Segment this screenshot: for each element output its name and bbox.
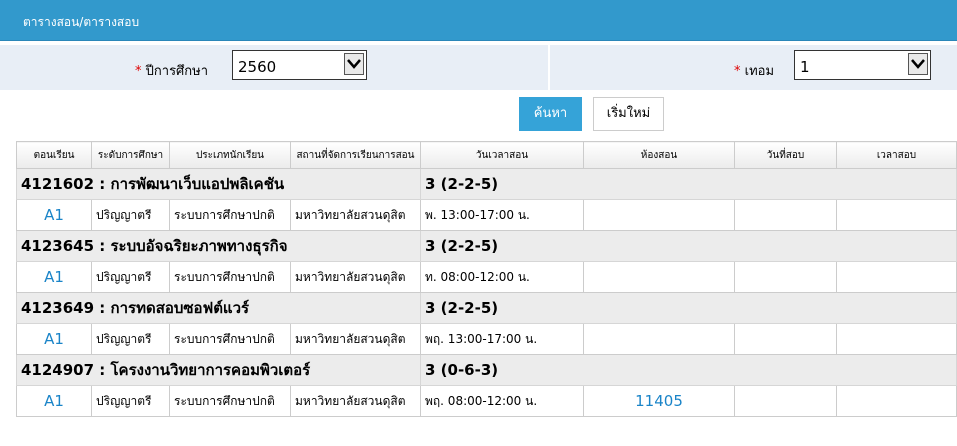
exam-date-cell (734, 323, 837, 355)
column-header[interactable]: วันเวลาสอน (420, 141, 584, 169)
year-label: * ปีการศึกษา (135, 60, 208, 81)
column-header[interactable]: วันที่สอบ (734, 141, 837, 169)
chevron-down-icon[interactable] (908, 53, 928, 75)
page-title: ตารางสอน/ตารางสอบ (23, 15, 140, 29)
table-header-row: ตอนเรียน ระดับการศึกษา ประเภทนักเรียน สถ… (16, 141, 957, 169)
required-mark: * (734, 64, 741, 79)
schedule-table: ตอนเรียน ระดับการศึกษา ประเภทนักเรียน สถ… (16, 141, 957, 417)
campus-cell: มหาวิทยาลัยสวนดุสิต (290, 385, 421, 417)
course-row: 4123649 : การทดสอบซอฟต์แวร์ 3 (2-2-5) (16, 292, 957, 324)
course-credits: 3 (0-6-3) (420, 354, 957, 386)
level-cell: ปริญญาตรี (91, 199, 170, 231)
required-mark: * (135, 64, 142, 79)
course-credits: 3 (2-2-5) (420, 292, 957, 324)
type-cell: ระบบการศึกษาปกติ (169, 385, 291, 417)
exam-time-cell (836, 261, 957, 293)
column-header[interactable]: เวลาสอบ (836, 141, 957, 169)
room-cell (583, 199, 735, 231)
time-cell: พฤ. 13:00-17:00 น. (420, 323, 584, 355)
section-row: A1 ปริญญาตรี ระบบการศึกษาปกติ มหาวิทยาลั… (16, 199, 957, 231)
time-cell: พฤ. 08:00-12:00 น. (420, 385, 584, 417)
year-filter-panel: * ปีการศึกษา 2560 (0, 45, 548, 90)
room-cell (583, 323, 735, 355)
course-title: 4123645 : ระบบอัจฉริยะภาพทางธุรกิจ (16, 230, 421, 262)
term-label-text: เทอม (744, 64, 775, 79)
year-select-value: 2560 (238, 58, 277, 76)
course-row: 4124907 : โครงงานวิทยาการคอมพิวเตอร์ 3 (… (16, 354, 957, 386)
time-cell: ท. 08:00-12:00 น. (420, 261, 584, 293)
exam-time-cell (836, 385, 957, 417)
section-row: A1 ปริญญาตรี ระบบการศึกษาปกติ มหาวิทยาลั… (16, 323, 957, 355)
term-filter-panel: * เทอม 1 (550, 45, 957, 90)
section-link[interactable]: A1 (16, 261, 92, 293)
course-credits: 3 (2-2-5) (420, 168, 957, 200)
type-cell: ระบบการศึกษาปกติ (169, 323, 291, 355)
section-link[interactable]: A1 (16, 199, 92, 231)
column-header[interactable]: ประเภทนักเรียน (169, 141, 291, 169)
room-cell (583, 261, 735, 293)
year-label-text: ปีการศึกษา (145, 64, 209, 79)
level-cell: ปริญญาตรี (91, 323, 170, 355)
section-link[interactable]: A1 (16, 385, 92, 417)
course-title: 4123649 : การทดสอบซอฟต์แวร์ (16, 292, 421, 324)
exam-time-cell (836, 323, 957, 355)
reset-button[interactable]: เริ่มใหม่ (593, 97, 664, 131)
term-select[interactable]: 1 (794, 50, 931, 80)
course-title: 4124907 : โครงงานวิทยาการคอมพิวเตอร์ (16, 354, 421, 386)
course-row: 4123645 : ระบบอัจฉริยะภาพทางธุรกิจ 3 (2-… (16, 230, 957, 262)
year-select[interactable]: 2560 (232, 50, 367, 80)
course-row: 4121602 : การพัฒนาเว็บแอปพลิเคชัน 3 (2-2… (16, 168, 957, 200)
level-cell: ปริญญาตรี (91, 261, 170, 293)
column-header[interactable]: ห้องสอน (583, 141, 735, 169)
level-cell: ปริญญาตรี (91, 385, 170, 417)
column-header[interactable]: ระดับการศึกษา (91, 141, 170, 169)
course-credits: 3 (2-2-5) (420, 230, 957, 262)
time-cell: พ. 13:00-17:00 น. (420, 199, 584, 231)
exam-date-cell (734, 199, 837, 231)
exam-time-cell (836, 199, 957, 231)
campus-cell: มหาวิทยาลัยสวนดุสิต (290, 199, 421, 231)
term-label: * เทอม (734, 60, 774, 81)
column-header[interactable]: สถานที่จัดการเรียนการสอน (290, 141, 421, 169)
campus-cell: มหาวิทยาลัยสวนดุสิต (290, 261, 421, 293)
section-link[interactable]: A1 (16, 323, 92, 355)
search-button[interactable]: ค้นหา (519, 97, 582, 131)
campus-cell: มหาวิทยาลัยสวนดุสิต (290, 323, 421, 355)
term-select-value: 1 (800, 58, 810, 76)
column-header[interactable]: ตอนเรียน (16, 141, 92, 169)
type-cell: ระบบการศึกษาปกติ (169, 261, 291, 293)
type-cell: ระบบการศึกษาปกติ (169, 199, 291, 231)
section-row: A1 ปริญญาตรี ระบบการศึกษาปกติ มหาวิทยาลั… (16, 261, 957, 293)
chevron-down-icon[interactable] (344, 53, 364, 75)
section-row: A1 ปริญญาตรี ระบบการศึกษาปกติ มหาวิทยาลั… (16, 385, 957, 417)
page-header: ตารางสอน/ตารางสอบ (0, 0, 957, 41)
course-title: 4121602 : การพัฒนาเว็บแอปพลิเคชัน (16, 168, 421, 200)
exam-date-cell (734, 261, 837, 293)
exam-date-cell (734, 385, 837, 417)
room-link[interactable]: 11405 (583, 385, 735, 417)
